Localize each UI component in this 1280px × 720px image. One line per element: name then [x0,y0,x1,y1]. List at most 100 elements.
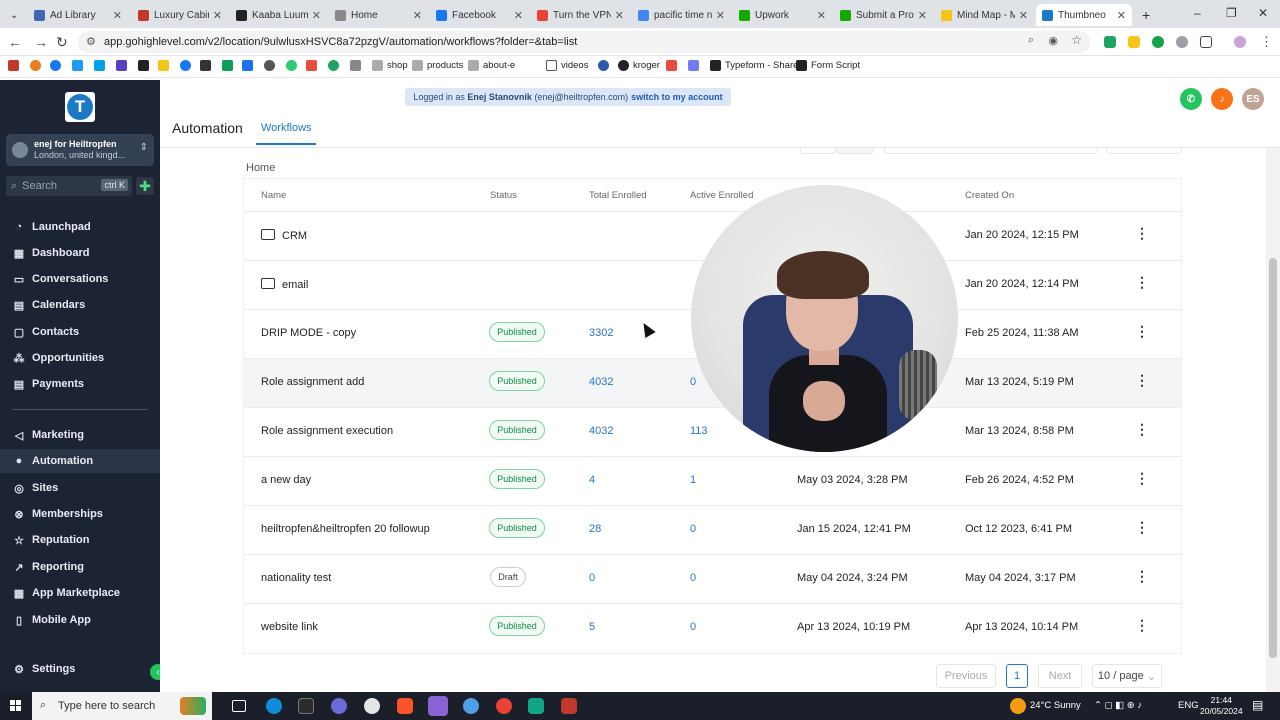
bookmark-icon[interactable] [72,60,87,71]
incognito-icon[interactable]: ◉ [1048,34,1058,47]
close-tab-icon[interactable]: ✕ [312,9,321,22]
bookmark-icon[interactable] [180,60,195,71]
page-1-button[interactable]: 1 [1006,664,1028,688]
column-header-name[interactable]: Name [261,190,286,201]
previous-page-button[interactable]: Previous [936,664,996,688]
brave-icon[interactable] [397,698,413,714]
phone-icon[interactable]: ✆ [1180,88,1202,110]
column-header-status[interactable]: Status [490,190,517,201]
close-tab-icon[interactable]: ✕ [514,9,523,22]
sidebar-item-conversations[interactable]: ▭ Conversations [0,267,160,291]
address-bar[interactable]: ⚙ app.gohighlevel.com/v2/location/9ulwlu… [78,31,1090,53]
browser-tab[interactable]: Ad Library ✕ [28,4,128,26]
close-tab-icon[interactable]: ✕ [1117,9,1126,22]
profile-avatar[interactable] [1234,36,1246,48]
bookmark-icon[interactable] [222,60,237,71]
tab-search-menu[interactable]: ⌄ [4,4,26,26]
sidebar-search[interactable]: ⌕ Search ctrl K [6,176,132,196]
extension-icon[interactable] [1128,36,1140,48]
workflow-name[interactable]: website link [261,621,318,633]
active-enrolled[interactable]: 0 [690,376,696,388]
bookmark-icon[interactable] [242,60,257,71]
workflow-row[interactable]: nationality test Draft 0 0 May 04 2024, 3:24… [244,554,1181,603]
back-icon[interactable]: ← [8,34,22,50]
total-enrolled[interactable]: 0 [589,572,595,584]
workflow-name[interactable]: Role assignment execution [261,425,393,437]
workflow-name[interactable]: email [261,278,308,291]
bookmark-form-script[interactable]: Form Script [796,60,860,71]
extension-icon[interactable] [1104,36,1116,48]
new-tab-button[interactable]: + [1136,4,1154,26]
workflow-name[interactable]: nationality test [261,572,331,584]
browser-tab[interactable]: Submit a Propo ✕ [834,4,933,26]
task-view-icon[interactable] [232,700,246,712]
browser-tab[interactable]: Turn the VPN ✕ [531,4,630,26]
close-window-icon[interactable]: ✕ [1258,6,1268,20]
workflow-name[interactable]: DRIP MODE - copy [261,327,356,339]
sidebar-item-automation[interactable]: ● Automation [0,449,160,473]
file-explorer-icon[interactable] [298,698,314,714]
row-actions-icon[interactable]: ⋮ [1135,275,1149,289]
notifications-bell-icon[interactable]: ♪ [1211,88,1233,110]
bookmark-icon[interactable] [50,60,65,71]
sidebar-item-memberships[interactable]: ⊗ Memberships [0,502,160,526]
extensions-puzzle-icon[interactable] [1200,36,1212,48]
close-tab-icon[interactable]: ✕ [918,9,927,22]
row-actions-icon[interactable]: ⋮ [1135,520,1149,534]
workflow-row[interactable]: Role assignment execution Published 4032 11… [244,407,1181,456]
row-actions-icon[interactable]: ⋮ [1135,226,1149,240]
language-indicator[interactable]: ENG [1178,700,1199,711]
browser-tab[interactable]: Luxury Cabin R ✕ [132,4,228,26]
bookmark-typeform[interactable]: Typeform - Share [710,60,798,71]
account-switcher[interactable]: enej for Heiltropfen London, united king… [6,134,154,166]
total-enrolled[interactable]: 4032 [589,425,613,437]
row-actions-icon[interactable]: ⋮ [1135,618,1149,632]
sidebar-item-reputation[interactable]: ☆ Reputation [0,528,160,552]
sidebar-item-app-marketplace[interactable]: ▦ App Marketplace [0,581,160,605]
bookmark-icon[interactable] [666,60,681,71]
column-header-active-enrolled[interactable]: Active Enrolled [690,190,753,201]
search-workflows-input[interactable] [884,148,1098,154]
sidebar-item-marketing[interactable]: ◁ Marketing [0,423,160,447]
forward-icon[interactable]: → [34,34,48,50]
close-tab-icon[interactable]: ✕ [615,9,624,22]
row-actions-icon[interactable]: ⋮ [1135,471,1149,485]
notifications-icon[interactable]: ▤ [1252,698,1263,712]
view-toggle-button[interactable] [800,148,836,154]
sidebar-item-calendars[interactable]: ▤ Calendars [0,293,160,317]
total-enrolled[interactable]: 5 [589,621,595,633]
sidebar-item-settings[interactable]: ⚙ Settings [0,657,160,681]
close-tab-icon[interactable]: ✕ [817,9,826,22]
chrome-icon[interactable] [496,698,512,714]
active-enrolled[interactable]: 113 [690,425,708,437]
switch-account-link[interactable]: switch to my account [631,92,723,102]
bookmark-icon[interactable] [688,60,703,71]
app-icon[interactable] [528,698,544,714]
scrollbar-thumb[interactable] [1269,258,1277,658]
close-tab-icon[interactable]: ✕ [1019,9,1028,22]
close-tab-icon[interactable]: ✕ [413,9,422,22]
close-tab-icon[interactable]: ✕ [716,9,725,22]
bookmark-kroger[interactable]: kroger [618,60,660,71]
view-toggle-button[interactable] [836,148,874,154]
total-enrolled[interactable]: 4032 [589,376,613,388]
bookmark-icon[interactable] [8,60,23,71]
weather-text[interactable]: 24°C Sunny [1030,700,1081,711]
workflow-row[interactable]: heiltropfen&heiltropfen 20 followup Publi… [244,505,1181,554]
row-actions-icon[interactable]: ⋮ [1135,373,1149,387]
column-header-created-on[interactable]: Created On [965,190,1014,201]
restore-icon[interactable]: ❐ [1226,6,1237,20]
bookmark-icon[interactable] [306,60,321,71]
zoom-icon[interactable]: ⌕ [1028,34,1034,47]
breadcrumb[interactable]: Home [246,162,275,174]
bookmark-icon[interactable] [158,60,173,71]
active-enrolled[interactable]: 1 [690,474,696,486]
browser-tab[interactable]: Upwork ✕ [733,4,832,26]
edge-icon[interactable] [266,698,282,714]
bookmark-icon[interactable] [138,60,153,71]
reload-icon[interactable]: ↻ [56,34,68,51]
active-enrolled[interactable]: 0 [690,621,696,633]
sidebar-item-opportunities[interactable]: ⁂ Opportunities [0,346,160,370]
active-enrolled[interactable]: 0 [690,572,696,584]
extension-icon[interactable] [1152,36,1164,48]
